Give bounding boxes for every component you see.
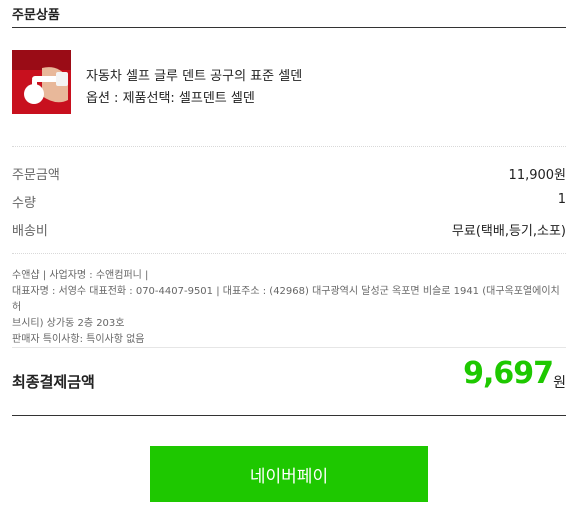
product-option: 옵션 : 제품선택: 셀프덴트 셀덴 <box>86 91 255 106</box>
seller-line-address: 브시티) 상가동 2층 203호 <box>12 318 125 329</box>
product-divider <box>12 146 566 147</box>
shipping-value: 무료(택배,등기,소포) <box>451 224 566 239</box>
order-amount-label: 주문금액 <box>12 168 60 183</box>
naver-pay-button[interactable]: 네이버페이 <box>150 446 428 502</box>
product-name: 자동차 셀프 글루 덴트 공구의 표준 셀덴 <box>86 69 303 84</box>
seller-line-notes: 판매자 특이사항: 특이사항 없음 <box>12 334 145 345</box>
quantity-row: 수량 1 <box>12 192 566 212</box>
shipping-label: 배송비 <box>12 224 48 239</box>
seller-info: 수앤샵 | 사업자명 : 수앤컴퍼니 | 대표자명 : 서영수 대표전화 : 0… <box>12 268 566 348</box>
final-amount-label: 최종결제금액 <box>12 373 95 391</box>
section-divider <box>12 27 566 28</box>
order-amount-value: 11,900원 <box>508 168 566 183</box>
section-title: 주문상품 <box>12 8 60 23</box>
product-thumbnail <box>12 50 71 114</box>
final-divider <box>12 415 566 416</box>
seller-line-representative: 대표자명 : 서영수 대표전화 : 070-4407-9501 | 대표주소 :… <box>12 286 560 313</box>
quantity-value: 1 <box>557 192 566 207</box>
seller-line-company: 수앤샵 | 사업자명 : 수앤컴퍼니 | <box>12 270 149 281</box>
shipping-row: 배송비 무료(택배,등기,소포) <box>12 220 566 240</box>
order-amount-row: 주문금액 11,900원 <box>12 164 566 184</box>
seller-divider <box>12 347 566 348</box>
quantity-label: 수량 <box>12 196 36 211</box>
summary-divider <box>12 253 566 254</box>
final-amount-unit: 원 <box>553 375 566 391</box>
final-amount-value: 9,697 <box>463 356 554 391</box>
dent-tool-image <box>12 50 71 114</box>
